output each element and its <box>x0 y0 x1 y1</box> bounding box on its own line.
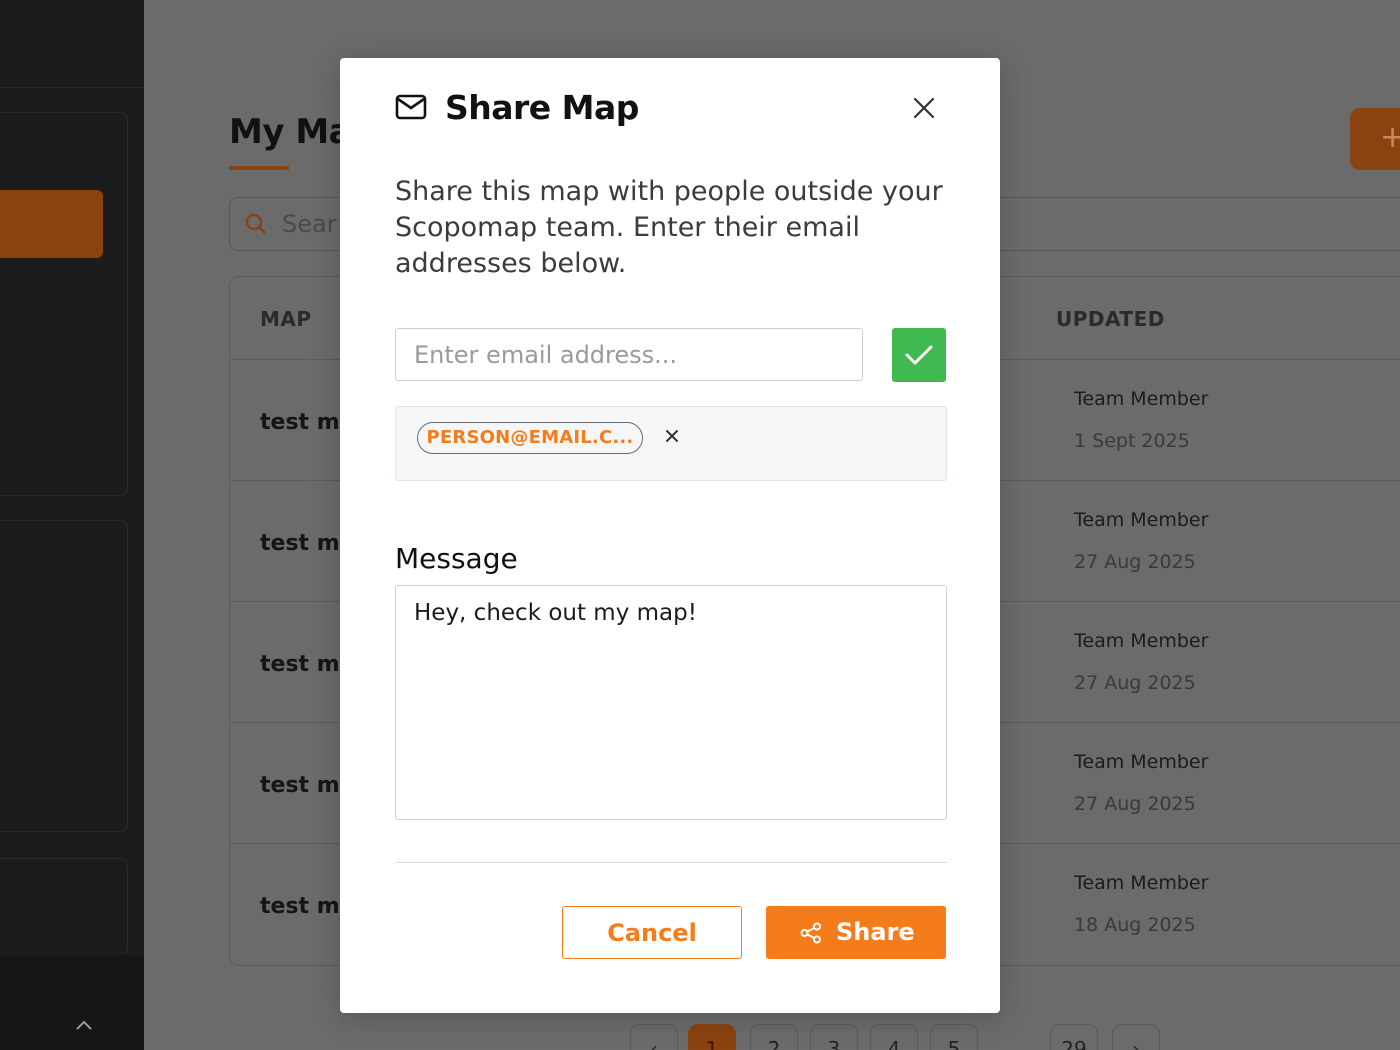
sidebar-nav-card <box>0 112 128 496</box>
updated-by: Team Member <box>1074 751 1209 773</box>
prev-page-button[interactable]: ‹ <box>630 1024 678 1050</box>
mail-icon <box>395 94 427 120</box>
chevron-up-icon[interactable] <box>74 1018 94 1032</box>
dialog-description: Share this map with people outside your … <box>395 176 943 279</box>
sidebar-header <box>0 0 144 88</box>
search-icon <box>245 213 266 234</box>
message-label: Message <box>395 542 518 575</box>
page-button[interactable]: 4 <box>870 1024 918 1050</box>
share-button-label: Share <box>836 918 915 946</box>
updated-date: 27 Aug 2025 <box>1074 793 1196 815</box>
sidebar <box>0 0 144 1050</box>
title-underline <box>229 166 289 170</box>
page-button-last[interactable]: 29 <box>1050 1024 1098 1050</box>
page-button[interactable]: 5 <box>930 1024 978 1050</box>
search-placeholder: Sear <box>282 210 337 238</box>
updated-date: 27 Aug 2025 <box>1074 551 1196 573</box>
email-input[interactable] <box>395 328 863 381</box>
updated-by: Team Member <box>1074 388 1209 410</box>
sidebar-item-active[interactable] <box>0 190 103 258</box>
message-textarea[interactable]: Hey, check out my map! <box>395 585 947 820</box>
sidebar-section-card <box>0 520 128 832</box>
updated-by: Team Member <box>1074 872 1209 894</box>
chevron-right-icon: › <box>1132 1037 1140 1050</box>
plus-icon: + <box>1380 120 1400 155</box>
check-icon <box>905 345 933 365</box>
dialog-title: Share Map <box>445 88 639 127</box>
add-email-button[interactable] <box>892 328 946 382</box>
updated-date: 1 Sept 2025 <box>1074 430 1190 452</box>
updated-date: 27 Aug 2025 <box>1074 672 1196 694</box>
column-header-updated[interactable]: UPDATED <box>1056 307 1165 331</box>
close-icon[interactable] <box>908 92 940 124</box>
updated-by: Team Member <box>1074 509 1209 531</box>
pagination-ellipsis: ... <box>1000 1034 1026 1050</box>
next-page-button[interactable]: › <box>1112 1024 1160 1050</box>
page-button[interactable]: 3 <box>810 1024 858 1050</box>
sidebar-user-area[interactable] <box>0 955 144 1050</box>
sidebar-footer-card <box>0 858 128 958</box>
recipient-tag: PERSON@EMAIL.C... <box>417 422 643 454</box>
remove-recipient-icon[interactable] <box>662 426 682 446</box>
chevron-left-icon: ‹ <box>650 1037 658 1050</box>
share-button[interactable]: Share <box>766 906 946 959</box>
cancel-button[interactable]: Cancel <box>562 906 742 959</box>
recipient-list: PERSON@EMAIL.C... <box>395 406 947 481</box>
new-map-button[interactable]: + <box>1350 108 1400 170</box>
updated-by: Team Member <box>1074 630 1209 652</box>
share-icon <box>800 922 821 944</box>
footer-divider <box>395 862 947 863</box>
updated-date: 18 Aug 2025 <box>1074 914 1196 936</box>
column-header-map[interactable]: MAP <box>260 307 312 331</box>
share-map-dialog: Share Map Share this map with people out… <box>340 58 1000 1013</box>
page-button-current[interactable]: 1 <box>688 1024 736 1050</box>
page-button[interactable]: 2 <box>750 1024 798 1050</box>
